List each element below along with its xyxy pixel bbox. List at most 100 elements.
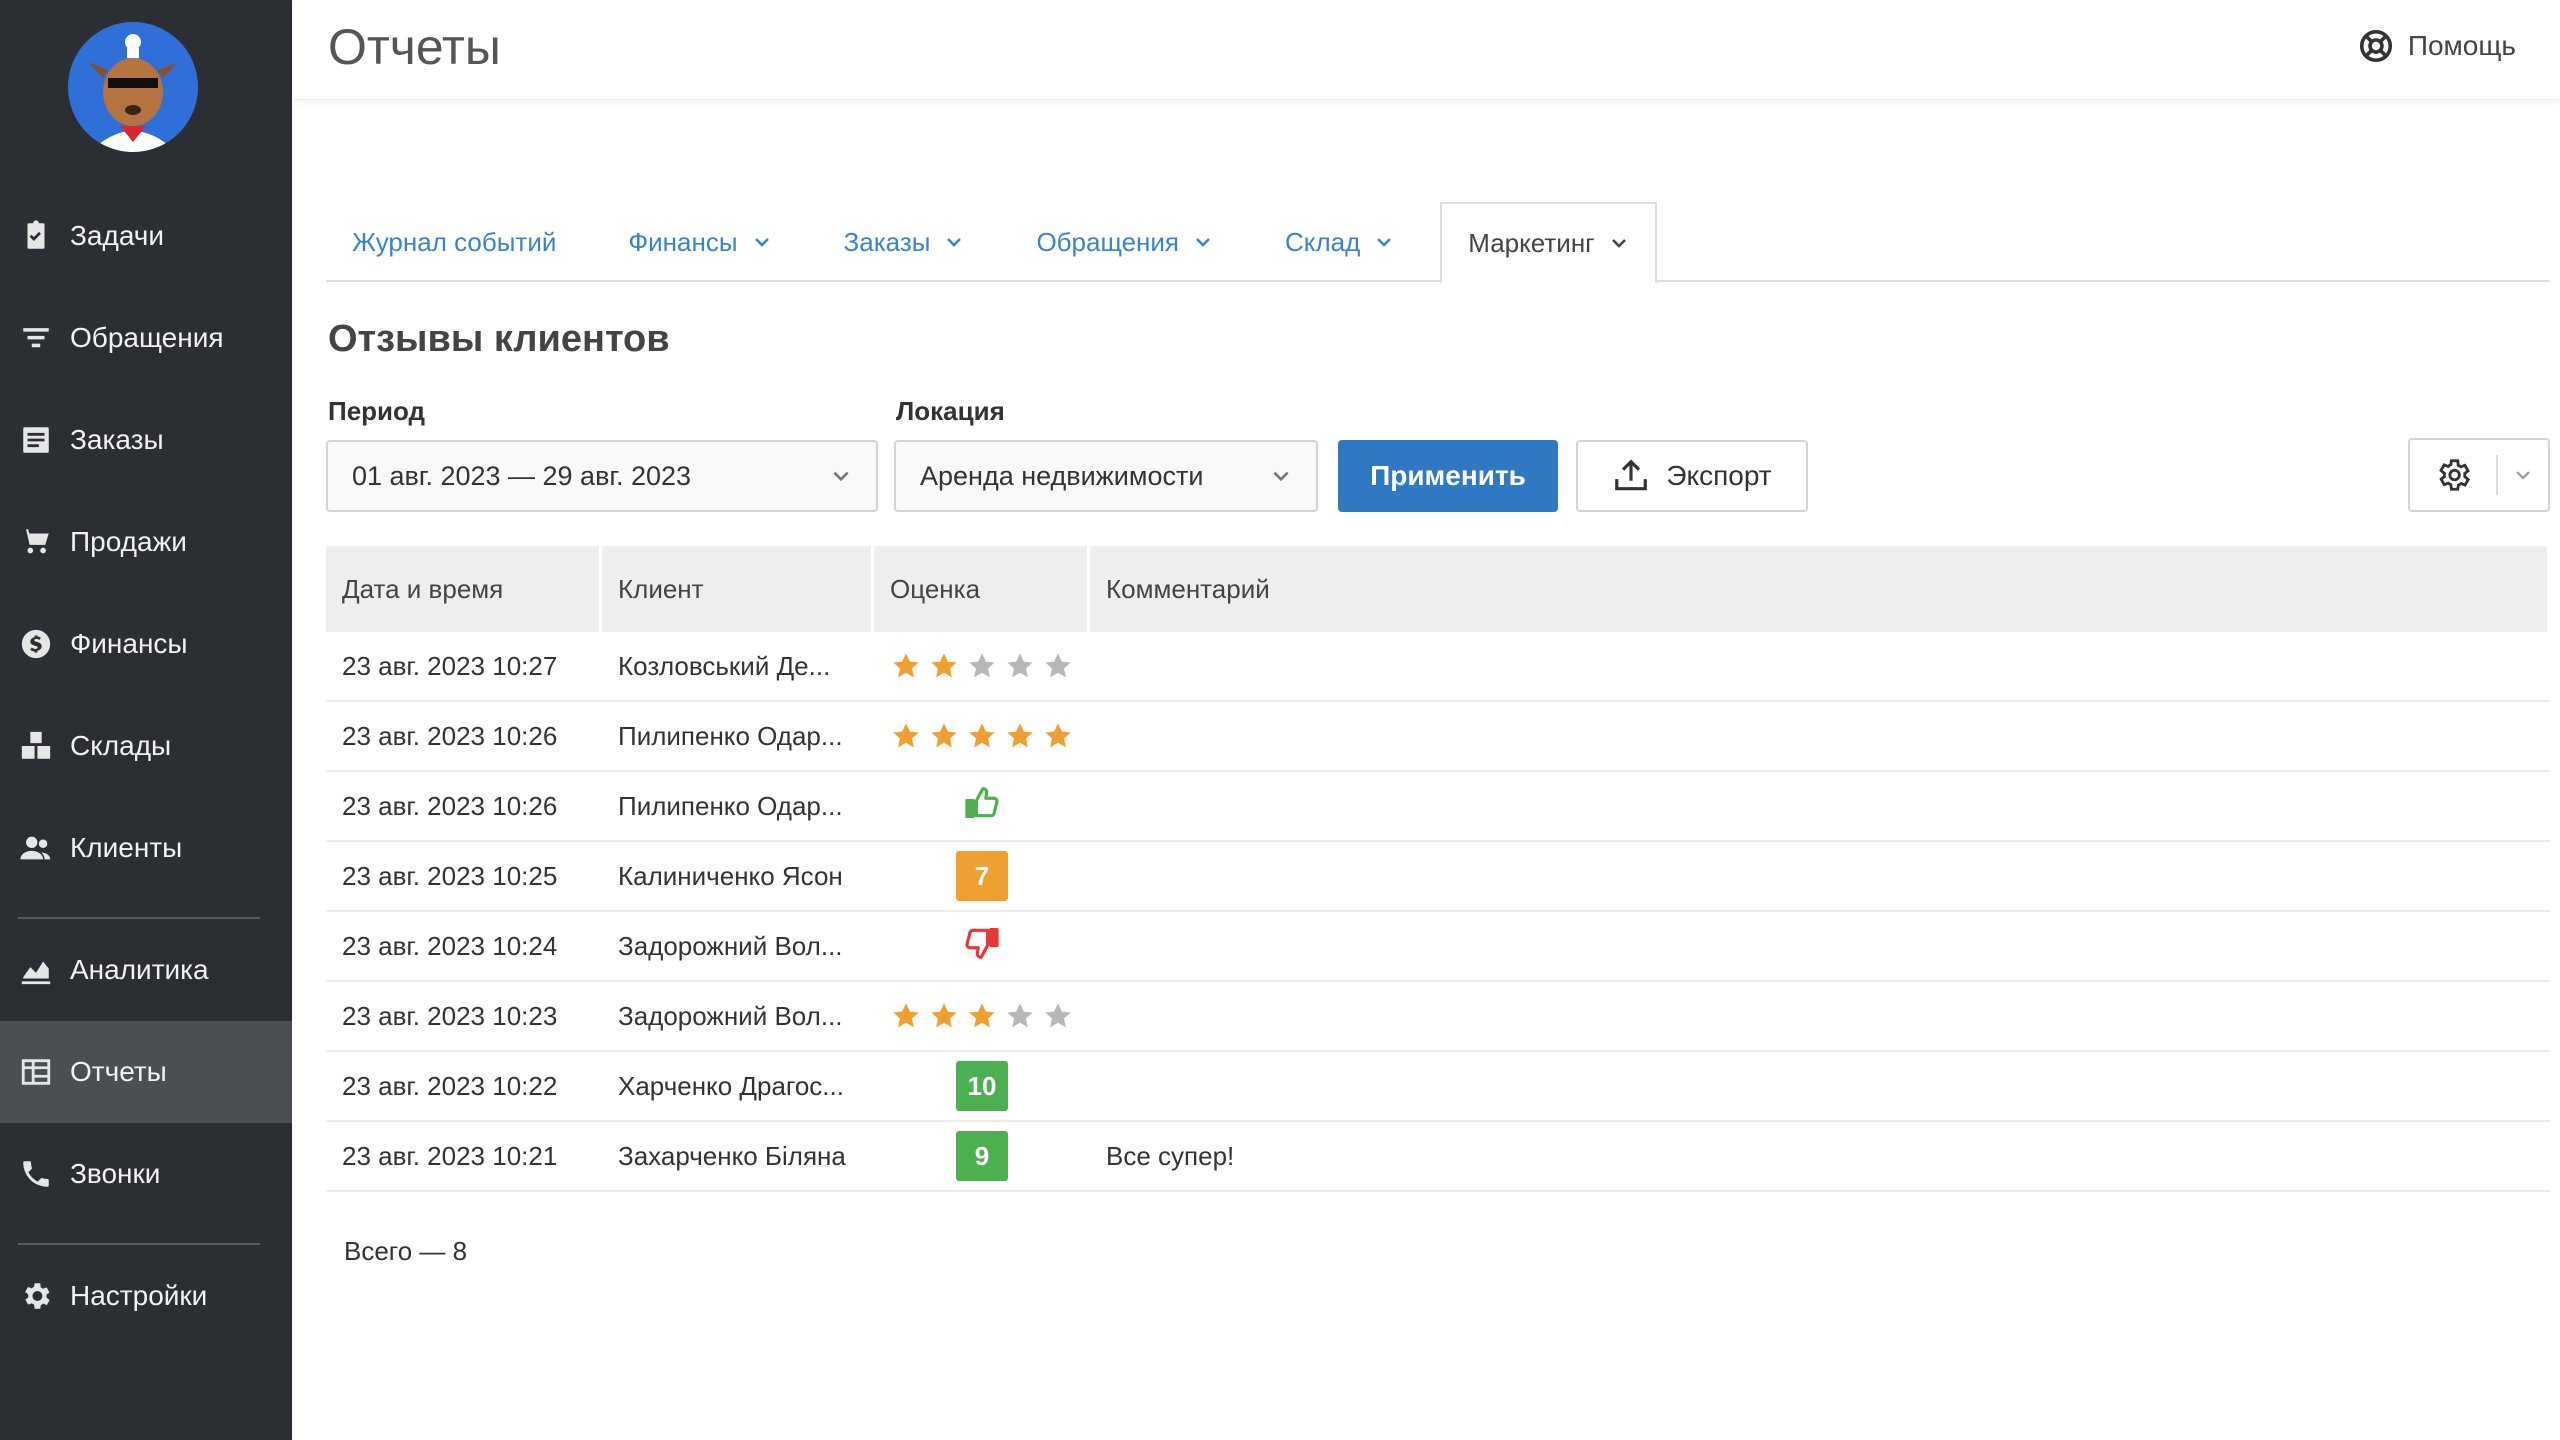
report-tabs: Журнал событий Финансы Заказы Обращения …: [326, 202, 2550, 284]
location-select[interactable]: Аренда недвижимости: [894, 440, 1318, 512]
tab-orders[interactable]: Заказы: [818, 202, 991, 282]
tab-label: Склад: [1285, 226, 1361, 257]
cell-rating: 7: [874, 842, 1090, 910]
chevron-down-icon: [833, 471, 849, 482]
cell-rating: [874, 982, 1090, 1050]
chevron-down-icon: [2516, 471, 2530, 480]
tab-label: Заказы: [843, 226, 931, 257]
sidebar-item-label: Аналитика: [70, 954, 209, 985]
location-value: Аренда недвижимости: [920, 460, 1204, 491]
star-filled-icon: [1045, 723, 1071, 748]
table-settings-button[interactable]: [2408, 438, 2550, 512]
column-header-client[interactable]: Клиент: [602, 546, 874, 632]
chevron-down-icon: [1273, 471, 1289, 482]
sidebar-item-orders[interactable]: Заказы: [0, 389, 292, 491]
cell-client: Козловський Де...: [618, 650, 831, 681]
export-button[interactable]: Экспорт: [1576, 440, 1808, 512]
sidebar-item-tasks[interactable]: Задачи: [0, 185, 292, 287]
cell-comment: [1090, 1052, 2550, 1120]
tab-label: Журнал событий: [352, 226, 557, 257]
star-filled-icon: [1007, 723, 1033, 748]
sidebar-item-reports[interactable]: Отчеты: [0, 1021, 292, 1123]
clipboard-icon: [18, 218, 54, 254]
table-row[interactable]: 23 авг. 2023 10:26 Пилипенко Одар...: [326, 772, 2550, 842]
sidebar-item-label: Продажи: [70, 526, 187, 557]
phone-icon: [18, 1156, 54, 1192]
star-empty-icon: [1007, 653, 1033, 678]
table-row[interactable]: 23 авг. 2023 10:23 Задорожний Вол...: [326, 982, 2550, 1052]
sidebar-item-clients[interactable]: Клиенты: [0, 797, 292, 899]
cell-datetime: 23 авг. 2023 10:24: [342, 930, 558, 961]
sidebar: Задачи Обращения Заказы Продажи Финансы …: [0, 0, 292, 1440]
sidebar-item-label: Финансы: [70, 628, 188, 659]
report-title: Отзывы клиентов: [328, 318, 670, 360]
users-icon: [18, 830, 54, 866]
sidebar-item-label: Склады: [70, 730, 172, 761]
tab-warehouse[interactable]: Склад: [1259, 202, 1420, 282]
star-empty-icon: [969, 653, 995, 678]
table-row[interactable]: 23 авг. 2023 10:24 Задорожний Вол...: [326, 912, 2550, 982]
gear-icon: [2439, 459, 2471, 491]
tab-label: Финансы: [628, 226, 738, 257]
help-button[interactable]: Помощь: [2358, 28, 2516, 64]
reviews-table: Дата и время Клиент Оценка Комментарий 2…: [326, 546, 2550, 1192]
topbar: Отчеты Помощь: [292, 0, 2560, 100]
cell-rating: [874, 632, 1090, 700]
cell-datetime: 23 авг. 2023 10:27: [342, 650, 558, 681]
column-header-rating[interactable]: Оценка: [874, 546, 1090, 632]
cell-datetime: 23 авг. 2023 10:22: [342, 1070, 558, 1101]
star-empty-icon: [1045, 653, 1071, 678]
sidebar-item-sales[interactable]: Продажи: [0, 491, 292, 593]
location-label: Локация: [896, 396, 1005, 426]
sidebar-item-finance[interactable]: Финансы: [0, 593, 292, 695]
chevron-down-icon: [947, 238, 962, 247]
chart-icon: [18, 952, 54, 988]
page-title: Отчеты: [328, 19, 501, 75]
tab-label: Обращения: [1036, 226, 1179, 257]
sidebar-item-analytics[interactable]: Аналитика: [0, 919, 292, 1021]
column-header-comment[interactable]: Комментарий: [1090, 546, 2550, 632]
apply-button[interactable]: Применить: [1338, 440, 1558, 512]
tab-finance[interactable]: Финансы: [602, 202, 797, 282]
star-filled-icon: [893, 723, 919, 748]
cell-client: Захарченко Біляна: [618, 1140, 846, 1171]
star-filled-icon: [893, 1003, 919, 1028]
cell-comment: [1090, 702, 2550, 770]
tab-label: Маркетинг: [1468, 227, 1595, 258]
boxes-icon: [18, 728, 54, 764]
sidebar-item-requests[interactable]: Обращения: [0, 287, 292, 389]
tab-event-log[interactable]: Журнал событий: [326, 202, 582, 282]
sidebar-item-label: Клиенты: [70, 832, 183, 863]
cell-comment: Все супер!: [1106, 1140, 1235, 1171]
sidebar-item-warehouses[interactable]: Склады: [0, 695, 292, 797]
table-row[interactable]: 23 авг. 2023 10:21 Захарченко Біляна 9 Все …: [326, 1122, 2550, 1192]
column-header-datetime[interactable]: Дата и время: [326, 546, 602, 632]
main-content: Отчеты Помощь Журнал событий Финансы Зак…: [292, 0, 2560, 1440]
cart-icon: [18, 524, 54, 560]
score-badge: 9: [956, 1131, 1008, 1181]
table-body: 23 авг. 2023 10:27 Козловський Де... 23 ав…: [326, 632, 2550, 1192]
sidebar-item-settings[interactable]: Настройки: [0, 1245, 292, 1347]
star-filled-icon: [969, 723, 995, 748]
avatar[interactable]: [68, 22, 198, 152]
sidebar-item-label: Заказы: [70, 424, 164, 455]
cell-rating: [874, 772, 1090, 840]
tab-marketing[interactable]: Маркетинг: [1440, 202, 1657, 284]
star-empty-icon: [1007, 1003, 1033, 1028]
cell-comment: [1090, 842, 2550, 910]
star-filled-icon: [969, 1003, 995, 1028]
table-row[interactable]: 23 авг. 2023 10:22 Харченко Драгос... 10: [326, 1052, 2550, 1122]
period-select[interactable]: 01 авг. 2023 — 29 авг. 2023: [326, 440, 878, 512]
table-row[interactable]: 23 авг. 2023 10:26 Пилипенко Одар...: [326, 702, 2550, 772]
table-row[interactable]: 23 авг. 2023 10:27 Козловський Де...: [326, 632, 2550, 702]
sidebar-nav: Задачи Обращения Заказы Продажи Финансы …: [0, 185, 292, 1347]
tab-requests[interactable]: Обращения: [1010, 202, 1239, 282]
filter-icon: [18, 320, 54, 356]
cell-client: Харченко Драгос...: [618, 1070, 844, 1101]
cell-datetime: 23 авг. 2023 10:23: [342, 1000, 558, 1031]
sidebar-item-label: Задачи: [70, 220, 165, 251]
cell-datetime: 23 авг. 2023 10:21: [342, 1140, 558, 1171]
sidebar-item-calls[interactable]: Звонки: [0, 1123, 292, 1225]
period-label: Период: [328, 396, 426, 426]
table-row[interactable]: 23 авг. 2023 10:25 Калиниченко Ясон 7: [326, 842, 2550, 912]
